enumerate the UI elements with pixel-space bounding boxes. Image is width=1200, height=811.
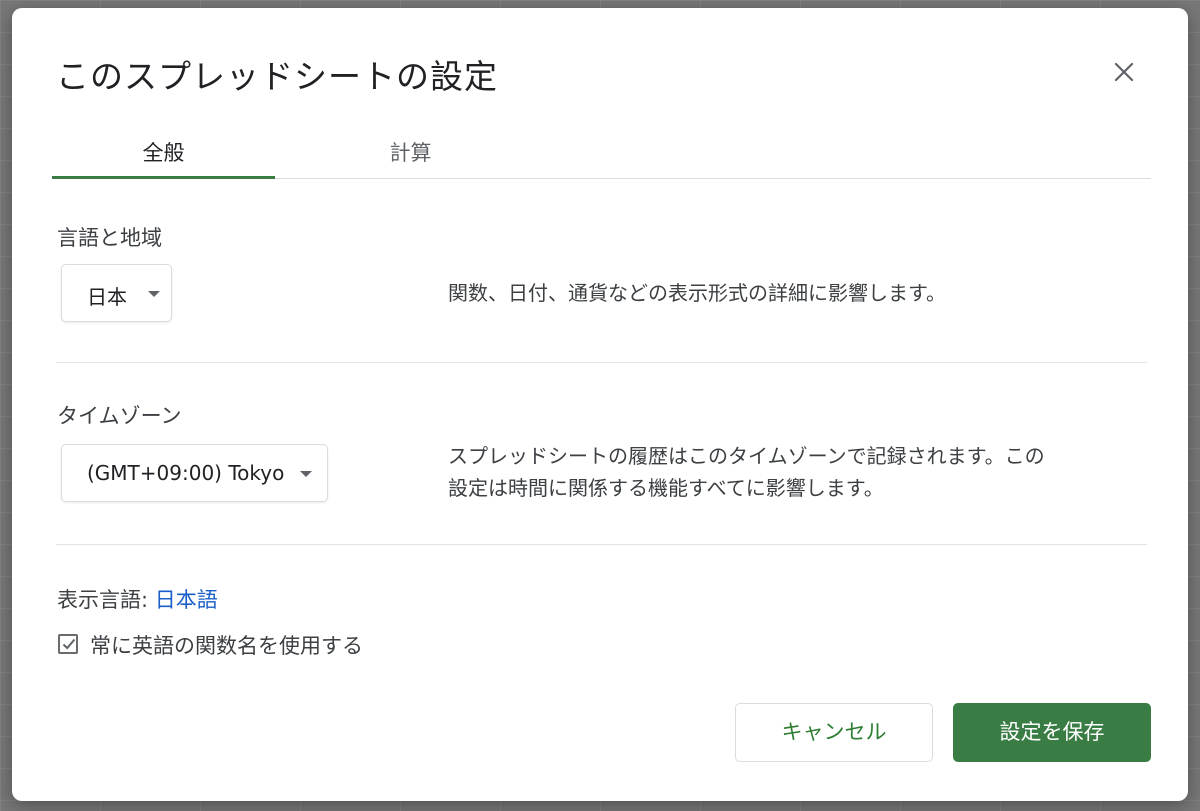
dropdown-arrow-icon [300, 471, 312, 477]
locale-label: 言語と地域 [57, 226, 162, 250]
checkmark-icon [62, 638, 76, 650]
timezone-select[interactable]: (GMT+09:00) Tokyo [61, 444, 328, 502]
timezone-description: スプレッドシートの履歴はこのタイムゾーンで記録されます。この 設定は時間に関係す… [448, 440, 1045, 504]
locale-select[interactable]: 日本 [61, 264, 172, 322]
dialog-title: このスプレッドシートの設定 [56, 57, 498, 96]
settings-dialog: このスプレッドシートの設定 全般 計算 言語と地域 日本 関数、日付、通貨などの… [12, 8, 1188, 801]
close-button[interactable] [1110, 58, 1138, 86]
tab-calculation[interactable]: 計算 [299, 128, 522, 179]
english-function-names-label: 常に英語の関数名を使用する [90, 634, 363, 658]
timezone-description-line1: スプレッドシートの履歴はこのタイムゾーンで記録されます。この [448, 444, 1045, 468]
display-language-label: 表示言語: [57, 588, 149, 612]
locale-description: 関数、日付、通貨などの表示形式の詳細に影響します。 [448, 281, 946, 305]
locale-select-value: 日本 [87, 285, 127, 309]
close-icon [1114, 62, 1134, 82]
section-divider [56, 362, 1147, 363]
timezone-select-value: (GMT+09:00) Tokyo [87, 461, 285, 485]
display-language-link[interactable]: 日本語 [155, 588, 218, 612]
timezone-description-line2: 設定は時間に関係する機能すべてに影響します。 [448, 476, 884, 500]
cancel-button[interactable]: キャンセル [735, 703, 933, 762]
display-language: 表示言語: 日本語 [57, 584, 218, 614]
save-settings-button[interactable]: 設定を保存 [953, 703, 1151, 762]
tab-bar: 全般 計算 [52, 128, 1151, 179]
section-divider [56, 544, 1147, 545]
tab-general[interactable]: 全般 [52, 128, 275, 179]
dropdown-arrow-icon [148, 291, 160, 297]
english-function-names-checkbox[interactable] [58, 634, 78, 654]
timezone-label: タイムゾーン [57, 404, 182, 428]
